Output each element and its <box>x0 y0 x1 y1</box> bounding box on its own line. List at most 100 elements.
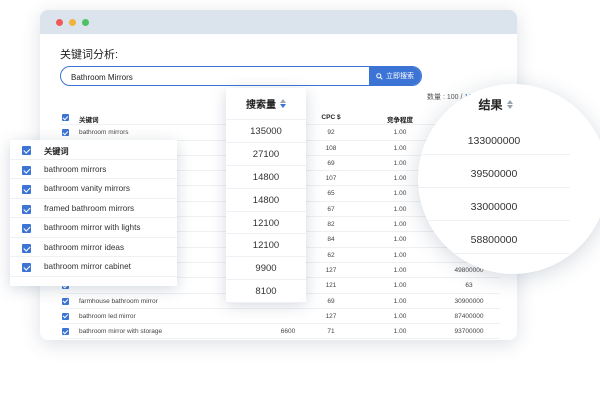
cell-results: 87400000 <box>454 312 484 320</box>
keyword-card-row[interactable]: bathroom mirrors <box>10 160 177 179</box>
cell-keyword: farmhouse bathroom mirror <box>79 297 158 305</box>
cell-cpc: 127 <box>325 266 337 274</box>
row-checkbox[interactable] <box>22 165 31 175</box>
row-checkbox-cell <box>62 297 69 307</box>
cell-cpc: 127 <box>325 312 337 320</box>
cell-cpc: 67 <box>327 205 335 213</box>
row-checkbox[interactable] <box>22 204 31 214</box>
search-volume-card: 搜索量 135000 27100 14800 14800 12100 12100 9900 8… <box>226 88 306 304</box>
cell-cpc: 108 <box>325 144 337 152</box>
cell-competition: 1.00 <box>393 282 407 290</box>
title-bar <box>40 10 517 34</box>
search-volume-value: 14800 <box>226 189 306 212</box>
search-icon <box>376 72 383 80</box>
cell-competition: 1.00 <box>393 129 407 137</box>
cell-cpc: 65 <box>327 190 335 198</box>
minimize-window-button[interactable] <box>69 19 76 26</box>
search-volume-value: 8100 <box>226 280 306 304</box>
search-volume-value: 14800 <box>226 166 306 189</box>
table-row[interactable]: bathroom medicine cabinet with mirror660… <box>60 339 500 340</box>
row-checkbox[interactable] <box>22 185 31 194</box>
cell-cpc: 71 <box>327 328 335 336</box>
keyword-card-row[interactable]: bathroom mirror with lights <box>10 218 177 238</box>
keyword-text: framed bathroom mirrors <box>44 203 135 213</box>
cell-cpc: 84 <box>327 236 335 244</box>
row-checkbox-cell <box>62 328 69 337</box>
page-title: 关键词分析: <box>60 49 119 61</box>
keyword-card-row[interactable]: bathroom mirror cabinet <box>10 257 177 277</box>
keyword-text: bathroom mirrors <box>44 164 107 174</box>
keyword-text: bathroom mirror cabinet <box>44 262 131 271</box>
cell-competition: 1.00 <box>393 328 407 336</box>
cell-competition: 1.00 <box>393 297 407 305</box>
search-button-label: 立即搜索 <box>386 73 414 80</box>
cell-keyword: bathroom mirrors <box>79 129 129 137</box>
table-row[interactable]: bathroom mirror with storage 6600 71 1.00 93… <box>60 324 500 340</box>
keyword-text: bathroom mirror ideas <box>44 242 125 252</box>
cell-cpc: 82 <box>327 221 335 229</box>
search-bar: 立即搜索 <box>60 66 422 86</box>
row-checkbox[interactable] <box>62 328 69 336</box>
cell-competition: 1.00 <box>393 266 407 274</box>
cell-competition: 1.00 <box>393 190 407 198</box>
keyword-card-header: 关键词 <box>10 140 177 160</box>
cell-cpc: 121 <box>325 282 337 290</box>
results-magnifier: 结果 133000000 39500000 33000000 58800000 <box>418 84 600 274</box>
header-cpc[interactable]: CPC $ <box>315 114 347 121</box>
search-input[interactable] <box>61 68 351 85</box>
row-checkbox-cell <box>62 312 69 322</box>
maximize-window-button[interactable] <box>82 19 89 26</box>
search-button[interactable]: 立即搜索 <box>369 67 421 85</box>
keyword-text: bathroom mirror with lights <box>44 223 141 232</box>
search-volume-value: 12100 <box>226 212 306 235</box>
search-volume-value: 9900 <box>226 257 306 281</box>
cell-competition: 1.00 <box>393 221 407 229</box>
row-checkbox[interactable] <box>22 243 31 253</box>
search-volume-value: 12100 <box>226 234 306 258</box>
cell-competition: 1.00 <box>393 205 407 213</box>
keyword-card-row[interactable]: bathroom mirror ideas <box>10 238 177 257</box>
cell-results: 93700000 <box>454 328 484 336</box>
search-volume-value: 135000 <box>226 120 306 143</box>
cell-cpc: 69 <box>327 297 335 305</box>
cell-results: 30900000 <box>454 297 484 305</box>
cell-cpc: 92 <box>327 129 335 137</box>
header-competition[interactable]: 竞争程度 <box>380 114 420 124</box>
cell-competition: 1.00 <box>393 159 407 167</box>
table-row[interactable]: bathroom led mirror 127 1.00 87400000 <box>60 309 500 325</box>
row-checkbox[interactable] <box>62 129 69 137</box>
row-checkbox[interactable] <box>62 312 69 320</box>
sort-icon[interactable] <box>506 100 513 109</box>
cell-competition: 1.00 <box>393 251 407 259</box>
header-keyword: 关键词 <box>79 117 99 124</box>
select-all-checkbox[interactable] <box>62 114 69 121</box>
row-checkbox-cell <box>62 129 69 138</box>
keyword-card-select-all-checkbox[interactable] <box>22 146 31 155</box>
cell-keyword: bathroom mirror with storage <box>79 328 163 336</box>
row-checkbox[interactable] <box>22 263 31 272</box>
row-checkbox[interactable] <box>62 297 69 305</box>
cell-cpc: 69 <box>327 159 335 167</box>
cell-cpc: 107 <box>325 175 337 183</box>
close-window-button[interactable] <box>56 19 63 26</box>
keyword-card-row[interactable]: framed bathroom mirrors <box>10 199 177 218</box>
cell-competition: 1.00 <box>393 175 407 183</box>
results-value: 58800000 <box>418 225 570 254</box>
results-value: 33000000 <box>418 192 570 221</box>
search-volume-value: 27100 <box>226 143 306 166</box>
cell-competition: 1.00 <box>393 144 407 152</box>
sort-icon[interactable] <box>280 99 286 108</box>
search-volume-header[interactable]: 搜索量 <box>226 88 306 120</box>
cell-competition: 1.00 <box>393 312 407 320</box>
cell-results: 63 <box>465 282 473 290</box>
row-checkbox[interactable] <box>22 224 31 233</box>
cell-keyword: bathroom led mirror <box>79 312 136 320</box>
cell-competition: 1.00 <box>393 236 407 244</box>
cell-cpc: 62 <box>327 251 335 259</box>
keyword-card-row[interactable]: bathroom vanity mirrors <box>10 179 177 199</box>
results-header[interactable]: 结果 <box>418 96 573 113</box>
keyword-text: bathroom vanity mirrors <box>44 184 130 193</box>
results-value: 133000000 <box>418 126 570 155</box>
keyword-popout-card: 关键词 bathroom mirrors bathroom vanity mirr… <box>10 140 177 286</box>
results-value: 39500000 <box>418 159 570 188</box>
